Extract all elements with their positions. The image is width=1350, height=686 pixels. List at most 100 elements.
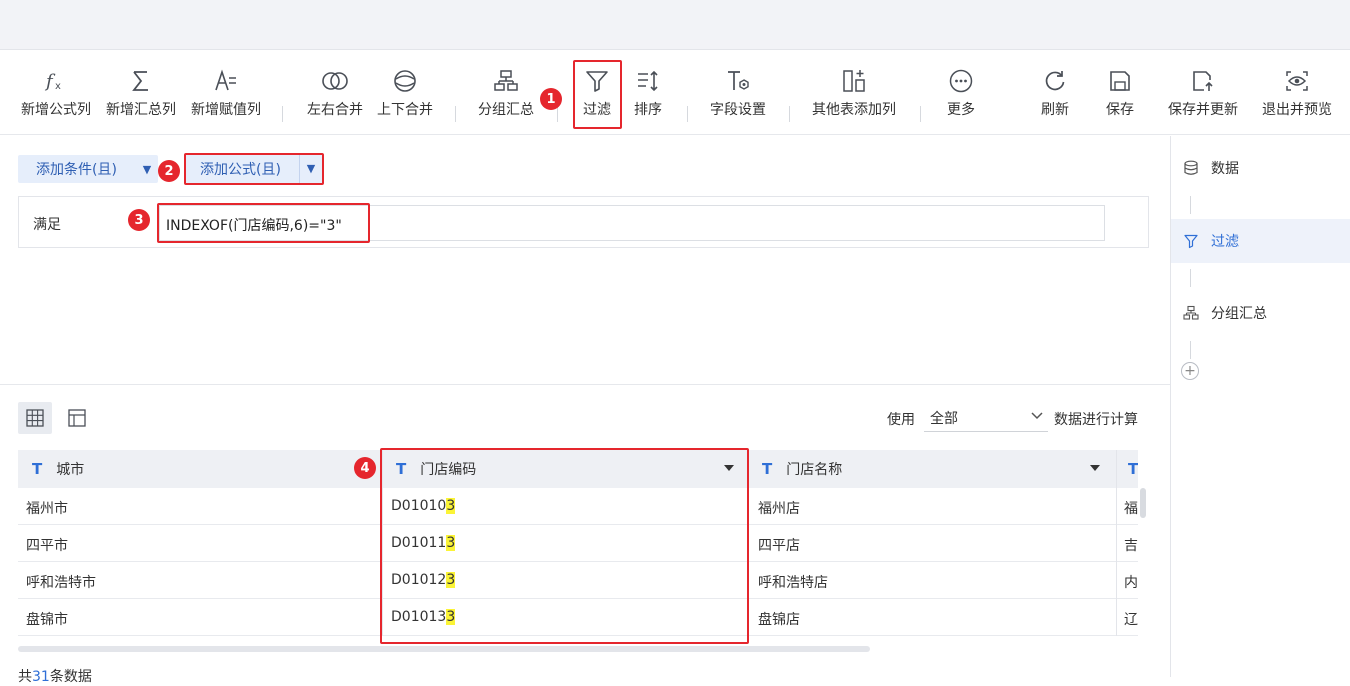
chevron-down-icon	[1030, 408, 1044, 426]
add-assign-column-button[interactable]: 新增赋值列	[187, 51, 265, 135]
toolbar-separator	[789, 106, 790, 122]
group-icon	[492, 67, 520, 95]
grid-icon	[26, 409, 44, 427]
step-connector	[1190, 269, 1191, 287]
step-label: 分组汇总	[1211, 306, 1267, 322]
tool-label: 其他表添加列	[812, 102, 896, 118]
layout-view-button[interactable]	[60, 402, 94, 434]
cell-province: 辽	[1124, 612, 1138, 628]
step-connector	[1190, 196, 1191, 214]
annotation-highlight-box	[573, 60, 622, 129]
cell-store-name: 福州店	[758, 501, 800, 517]
data-scope-select[interactable]: 全部	[924, 402, 1048, 432]
add-condition-button[interactable]: 添加条件(且) ▼	[18, 155, 158, 183]
tool-label: 保存	[1106, 102, 1134, 118]
step-group-summary[interactable]: 分组汇总	[1171, 291, 1350, 335]
grid-view-button[interactable]	[18, 402, 52, 434]
cell-city: 四平市	[26, 538, 68, 554]
sort-button[interactable]: 排序	[625, 51, 671, 135]
fx-icon: fx	[42, 67, 70, 95]
annotation-badge: 3	[128, 209, 150, 231]
column-header-province[interactable]: T	[1128, 450, 1138, 488]
toolbar-separator	[455, 106, 456, 122]
annotation-badge: 2	[158, 160, 180, 182]
add-summary-column-button[interactable]: 新增汇总列	[102, 51, 180, 135]
tool-label: 左右合并	[307, 102, 363, 118]
calc-label: 数据进行计算	[1054, 412, 1138, 428]
tool-label: 分组汇总	[478, 102, 534, 118]
add-step-button[interactable]: +	[1181, 362, 1199, 380]
main-panel: 添加条件(且) ▼ 2 添加公式(且) ▼ 满足 INDEXOF(门店编码,6)…	[0, 136, 1170, 685]
add-condition-label: 添加条件(且)	[36, 162, 117, 178]
cell-province: 吉	[1124, 538, 1138, 554]
add-column-from-table-button[interactable]: 其他表添加列	[806, 51, 902, 135]
column-header-city[interactable]: T 城市	[32, 450, 372, 488]
save-button[interactable]: 保存	[1097, 51, 1143, 135]
tool-label: 保存并更新	[1168, 102, 1238, 118]
annotation-highlight-box	[184, 153, 324, 185]
merge-up-down-button[interactable]: 上下合并	[372, 51, 438, 135]
chevron-down-icon[interactable]: ▼	[136, 163, 158, 176]
horizontal-scrollbar[interactable]	[18, 646, 870, 652]
vertical-scrollbar[interactable]	[1140, 488, 1146, 518]
field-settings-icon	[724, 67, 752, 95]
more-button[interactable]: 更多	[938, 51, 984, 135]
sort-icon	[634, 67, 662, 95]
step-filter[interactable]: 过滤	[1171, 219, 1350, 263]
field-settings-button[interactable]: 字段设置	[704, 51, 772, 135]
annotation-highlight-box	[157, 203, 370, 243]
sigma-icon	[127, 67, 155, 95]
add-column-icon	[840, 67, 868, 95]
merge-ud-icon	[391, 67, 419, 95]
database-icon	[1171, 160, 1211, 176]
merge-lr-icon	[321, 67, 349, 95]
refresh-button[interactable]: 刷新	[1032, 51, 1078, 135]
column-header-store-name[interactable]: T 门店名称	[762, 450, 1114, 488]
text-type-icon: T	[762, 460, 773, 478]
annotation-highlight-box	[380, 448, 749, 644]
assign-icon	[212, 67, 240, 95]
add-formula-column-button[interactable]: fx 新增公式列	[17, 51, 95, 135]
annotation-badge: 1	[540, 88, 562, 110]
column-header-label: 门店名称	[786, 462, 843, 478]
cell-store-name: 四平店	[758, 538, 800, 554]
tool-label: 新增汇总列	[106, 102, 176, 118]
save-update-icon	[1189, 67, 1217, 95]
tool-label: 退出并预览	[1262, 102, 1332, 118]
refresh-icon	[1041, 67, 1069, 95]
column-divider	[1116, 450, 1117, 636]
toolbar-separator	[557, 106, 558, 122]
cell-city: 福州市	[26, 501, 68, 517]
top-header-bar	[0, 0, 1350, 50]
toolbar-separator	[920, 106, 921, 122]
save-and-update-button[interactable]: 保存并更新	[1163, 51, 1243, 135]
more-icon	[947, 67, 975, 95]
column-header-label: 城市	[56, 462, 85, 478]
cell-province: 内	[1124, 575, 1138, 591]
svg-text:x: x	[55, 81, 61, 92]
cell-city: 呼和浩特市	[26, 575, 96, 591]
cell-city: 盘锦市	[26, 612, 68, 628]
merge-left-right-button[interactable]: 左右合并	[302, 51, 368, 135]
data-scope-value: 全部	[930, 411, 958, 427]
cell-store-name: 呼和浩特店	[758, 575, 828, 591]
group-summary-button[interactable]: 分组汇总	[472, 51, 540, 135]
tool-label: 刷新	[1041, 102, 1069, 118]
tool-label: 排序	[634, 102, 662, 118]
tool-label: 更多	[947, 102, 975, 118]
preview-icon	[1283, 67, 1311, 95]
steps-sidebar: 数据 过滤 分组汇总 +	[1170, 136, 1350, 677]
step-label: 过滤	[1211, 234, 1239, 250]
caret-down-icon[interactable]	[1090, 465, 1100, 471]
step-data[interactable]: 数据	[1171, 146, 1350, 190]
cell-store-name: 盘锦店	[758, 612, 800, 628]
tool-label: 上下合并	[377, 102, 433, 118]
exit-and-preview-button[interactable]: 退出并预览	[1257, 51, 1337, 135]
step-connector	[1190, 341, 1191, 359]
cell-province: 福	[1124, 501, 1138, 517]
step-label: 数据	[1211, 161, 1239, 177]
group-icon	[1171, 305, 1211, 321]
tool-label: 字段设置	[710, 102, 766, 118]
toolbar-separator	[282, 106, 283, 122]
annotation-badge: 4	[354, 457, 376, 479]
